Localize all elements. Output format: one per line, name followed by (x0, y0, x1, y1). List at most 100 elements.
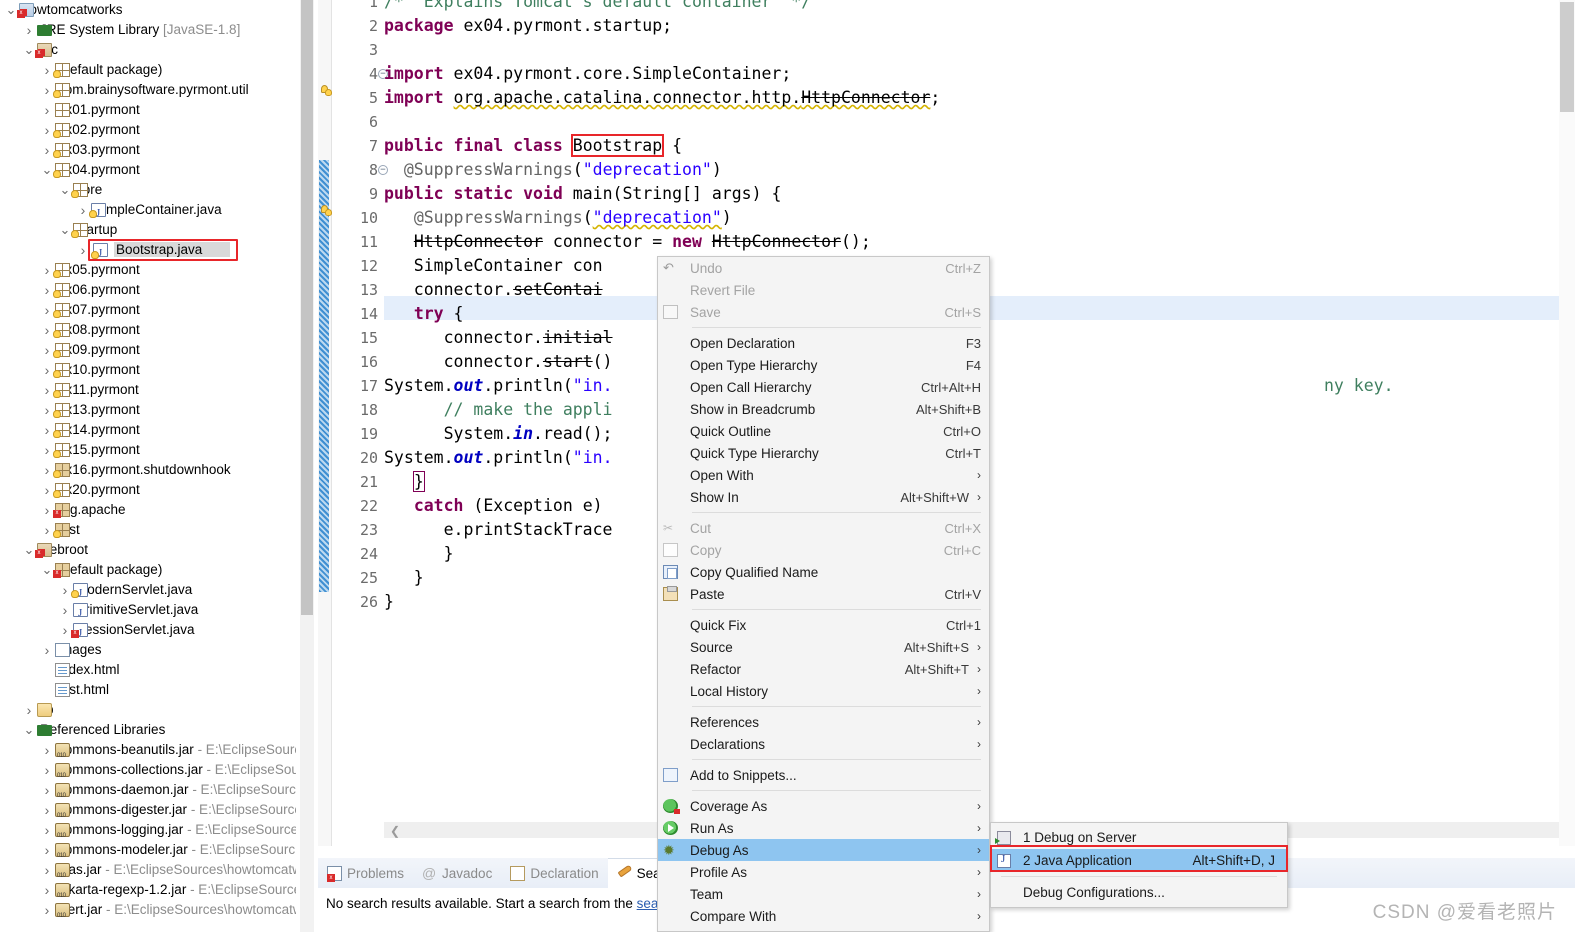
tree-item[interactable]: ›Bootstrap.java (0, 239, 296, 263)
tree-twisty-collapsed[interactable]: › (40, 480, 54, 500)
tree-twisty-expanded[interactable]: ⌄ (58, 183, 72, 196)
tree-item[interactable]: › ex16.pyrmont.shutdownhook (0, 460, 296, 480)
tree-item[interactable]: › ex13.pyrmont (0, 400, 296, 420)
debug-as-submenu[interactable]: 1 Debug on Server 2 Java Application Alt+S… (990, 822, 1288, 908)
menu-item-open-type-hierarchy[interactable]: Open Type Hierarchy F4 (658, 354, 989, 376)
tree-twisty-collapsed[interactable]: › (40, 360, 54, 380)
tree-twisty-expanded[interactable]: ⌄ (40, 563, 54, 576)
tree-twisty-collapsed[interactable]: › (40, 60, 54, 80)
tree-item[interactable]: ⌄ startup (0, 220, 296, 240)
tree-item[interactable]: › ex07.pyrmont (0, 300, 296, 320)
submenu-item-1-debug-on-server[interactable]: 1 Debug on Server (991, 826, 1287, 849)
menu-item-team[interactable]: Team › (658, 883, 989, 905)
tree-item[interactable]: › commons-logging.jar - E:\EclipseSource (0, 820, 296, 846)
menu-item-compare-with[interactable]: Compare With › (658, 905, 989, 927)
tree-item[interactable]: › jcert.jar - E:\EclipseSources\howtomcat… (0, 900, 296, 926)
tree-twisty-collapsed[interactable]: › (40, 260, 54, 280)
bottom-tab-javadoc[interactable]: @ Javadoc (413, 858, 501, 888)
menu-item-paste[interactable]: Paste Ctrl+V (658, 583, 989, 605)
tree-item[interactable]: › commons-beanutils.jar - E:\EclipseSourc (0, 740, 296, 766)
tree-twisty-collapsed[interactable]: › (40, 400, 54, 420)
editor-vertical-scrollbar[interactable] (1559, 0, 1575, 846)
tree-item[interactable]: › commons-digester.jar - E:\EclipseSource (0, 800, 296, 826)
bottom-tab-problems[interactable]: Problems (318, 858, 413, 888)
tree-twisty-collapsed[interactable]: › (40, 820, 54, 840)
tree-twisty-expanded[interactable]: ⌄ (22, 723, 36, 736)
menu-item-cut[interactable]: ✂ Cut Ctrl+X (658, 517, 989, 539)
tree-twisty-collapsed[interactable]: › (40, 300, 54, 320)
menu-item-open-with[interactable]: Open With › (658, 464, 989, 486)
menu-item-profile-as[interactable]: Profile As › (658, 861, 989, 883)
tree-item[interactable]: index.html (0, 660, 296, 680)
menu-item-add-to-snippets[interactable]: Add to Snippets... (658, 764, 989, 786)
tree-twisty-collapsed[interactable]: › (40, 880, 54, 900)
menu-item-undo[interactable]: ↶ Undo Ctrl+Z (658, 257, 989, 279)
scroll-left-arrow-icon[interactable]: ❮ (390, 824, 400, 838)
tree-item[interactable]: › commons-daemon.jar - E:\EclipseSource (0, 780, 296, 806)
tree-item[interactable]: › ModernServlet.java (0, 580, 296, 603)
menu-item-copy[interactable]: Copy Ctrl+C (658, 539, 989, 561)
tree-item[interactable]: › SimpleContainer.java (0, 200, 296, 223)
tree-twisty-collapsed[interactable]: › (40, 140, 54, 160)
tree-twisty-collapsed[interactable]: › (76, 200, 90, 220)
tree-item[interactable]: ⌄webroot (0, 540, 296, 560)
menu-item-revert-file[interactable]: Revert File (658, 279, 989, 301)
menu-item-coverage-as[interactable]: Coverage As › (658, 795, 989, 817)
tree-item[interactable]: ›test (0, 520, 296, 540)
tree-item[interactable]: › images (0, 640, 296, 660)
menu-item-source[interactable]: Source Alt+Shift+S › (658, 636, 989, 658)
tree-twisty-expanded[interactable]: ⌄ (22, 43, 36, 56)
tree-item[interactable]: › ex06.pyrmont (0, 280, 296, 300)
tree-item[interactable]: ⌄src (0, 40, 296, 60)
tree-twisty-collapsed[interactable]: › (40, 380, 54, 400)
menu-item-quick-outline[interactable]: Quick Outline Ctrl+O (658, 420, 989, 442)
menu-item-quick-fix[interactable]: Quick Fix Ctrl+1 (658, 614, 989, 636)
menu-item-run-as[interactable]: Run As › (658, 817, 989, 839)
tree-twisty-expanded[interactable]: ⌄ (4, 3, 18, 16)
tree-twisty-collapsed[interactable]: › (40, 840, 54, 860)
tree-twisty-collapsed[interactable]: › (40, 780, 54, 800)
menu-item-references[interactable]: References › (658, 711, 989, 733)
tree-twisty-collapsed[interactable]: › (58, 620, 72, 640)
menu-item-refactor[interactable]: Refactor Alt+Shift+T › (658, 658, 989, 680)
tree-item[interactable]: › (default package) (0, 60, 296, 80)
tree-item[interactable]: › com.brainysoftware.pyrmont.util (0, 80, 296, 100)
tree-twisty-expanded[interactable]: ⌄ (22, 543, 36, 556)
editor-scrollbar-thumb[interactable] (1560, 2, 1574, 112)
tree-item[interactable]: ⌄ core (0, 180, 296, 200)
menu-item-open-declaration[interactable]: Open Declaration F3 (658, 332, 989, 354)
tree-item[interactable]: › commons-collections.jar - E:\EclipseSou (0, 760, 296, 786)
tree-item[interactable]: ⌄ howtomcatworks (0, 0, 296, 20)
tree-item[interactable]: › SessionServlet.java (0, 620, 296, 643)
tree-item[interactable]: › ex10.pyrmont (0, 360, 296, 380)
tree-twisty-collapsed[interactable]: › (40, 760, 54, 780)
tree-twisty-collapsed[interactable]: › (40, 640, 54, 660)
tree-twisty-collapsed[interactable]: › (40, 500, 54, 520)
tree-twisty-collapsed[interactable]: › (40, 520, 54, 540)
menu-item-declarations[interactable]: Declarations › (658, 733, 989, 755)
tree-twisty-collapsed[interactable]: › (40, 900, 54, 920)
tree-twisty-collapsed[interactable]: › (40, 800, 54, 820)
tree-twisty-collapsed[interactable]: › (40, 440, 54, 460)
editor-context-menu[interactable]: ↶ Undo Ctrl+Z Revert File Save Ctrl+S Open Dec… (657, 256, 990, 932)
menu-item-show-in-breadcrumb[interactable]: Show in Breadcrumb Alt+Shift+B (658, 398, 989, 420)
tree-item[interactable]: › ex11.pyrmont (0, 380, 296, 400)
tree-item[interactable]: › JRE System Library [JavaSE-1.8] (0, 20, 296, 40)
menu-item-open-call-hierarchy[interactable]: Open Call Hierarchy Ctrl+Alt+H (658, 376, 989, 398)
tree-item[interactable]: ⌄ ex04.pyrmont (0, 160, 296, 180)
tree-item[interactable]: › ex03.pyrmont (0, 140, 296, 160)
tree-twisty-collapsed[interactable]: › (40, 320, 54, 340)
tree-twisty-collapsed[interactable]: › (22, 700, 36, 720)
menu-item-debug-as[interactable]: ✹ Debug As › (658, 839, 989, 861)
tree-twisty-collapsed[interactable]: › (40, 860, 54, 880)
tree-item[interactable]: › PrimitiveServlet.java (0, 600, 296, 623)
tree-twisty-collapsed[interactable]: › (58, 600, 72, 620)
menu-item-save[interactable]: Save Ctrl+S (658, 301, 989, 323)
menu-item-quick-type-hierarchy[interactable]: Quick Type Hierarchy Ctrl+T (658, 442, 989, 464)
tree-twisty-collapsed[interactable]: › (40, 420, 54, 440)
tree-item[interactable]: › commons-modeler.jar - E:\EclipseSourc (0, 840, 296, 866)
tree-item[interactable]: › ex05.pyrmont (0, 260, 296, 280)
tree-twisty-collapsed[interactable]: › (40, 100, 54, 120)
menu-item-replace-with[interactable]: Replace With› (658, 927, 989, 932)
menu-item-copy-qualified-name[interactable]: Copy Qualified Name (658, 561, 989, 583)
